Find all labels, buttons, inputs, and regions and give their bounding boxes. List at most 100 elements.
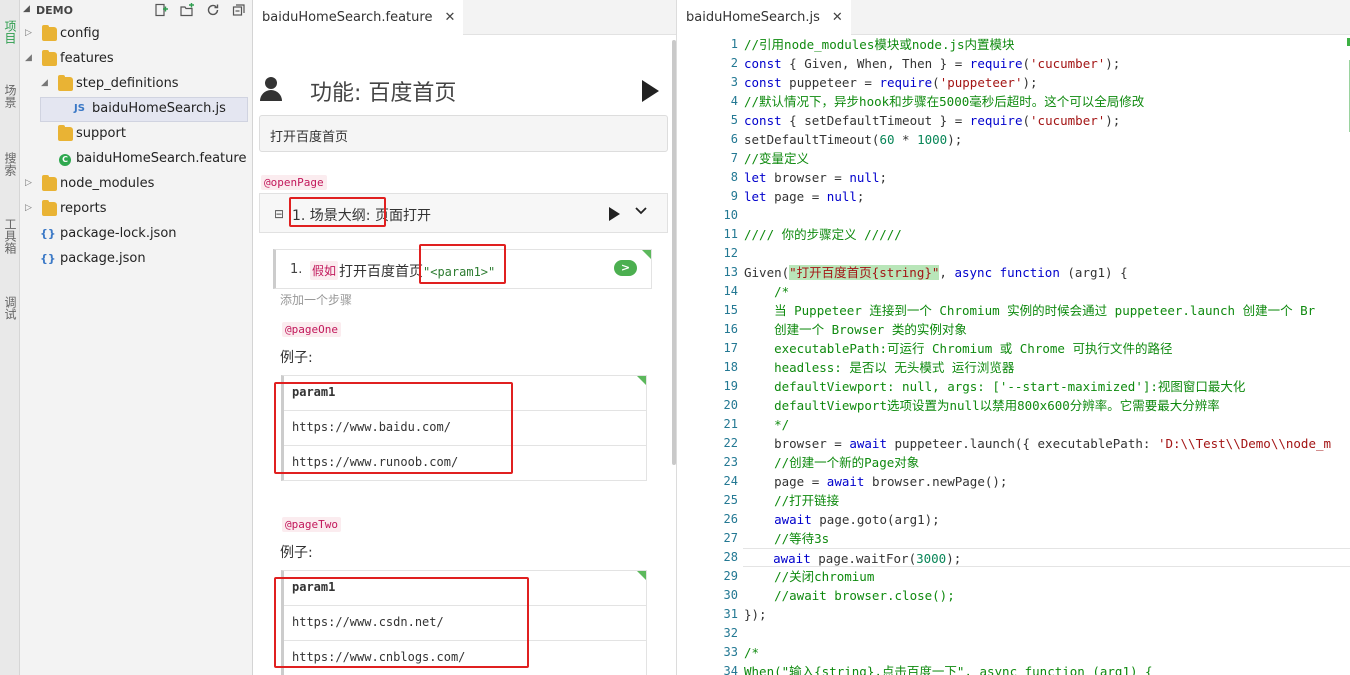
status-corner xyxy=(637,376,646,385)
line-number: 26 xyxy=(723,512,738,526)
line-number: 13 xyxy=(723,265,738,279)
rail-item-project[interactable]: 项目 xyxy=(0,20,20,44)
json-file-icon: {} xyxy=(40,227,56,240)
examples-table[interactable]: param1 https://www.csdn.net/ https://www… xyxy=(281,570,647,675)
close-icon[interactable]: ✕ xyxy=(832,10,843,25)
code-line[interactable]: const { Given, When, Then } = require('c… xyxy=(744,54,1120,73)
table-header[interactable]: param1 xyxy=(284,571,646,605)
tree-item-package-lock-json[interactable]: {} package-lock.json xyxy=(20,222,252,247)
tree-item-package-json[interactable]: {} package.json xyxy=(20,247,252,272)
run-feature-play-icon[interactable] xyxy=(642,80,659,102)
line-number: 12 xyxy=(723,246,738,260)
code-line[interactable]: //创建一个新的Page对象 xyxy=(744,453,919,472)
chevron-down-icon[interactable]: ◢ xyxy=(25,53,32,63)
tree-item-baidu-home-search-js[interactable]: JS baiduHomeSearch.js xyxy=(40,97,248,122)
tree-item-baidu-home-search-feature[interactable]: C baiduHomeSearch.feature xyxy=(20,147,252,172)
tree-item-step-definitions[interactable]: ◢ step_definitions xyxy=(20,72,252,97)
refresh-icon[interactable] xyxy=(205,3,220,18)
code-line[interactable]: */ xyxy=(744,415,789,434)
outline-toggle-icon[interactable]: ⊟ xyxy=(274,207,284,221)
tree-item-reports[interactable]: ▷ reports xyxy=(20,197,252,222)
code-line[interactable]: let browser = null; xyxy=(744,168,887,187)
chevron-down-icon[interactable]: ◢ xyxy=(41,78,48,88)
rail-item-search[interactable]: 搜索 xyxy=(0,152,20,176)
code-line[interactable]: Given("打开百度首页{string}", async function (… xyxy=(744,263,1128,282)
rail-item-scenes[interactable]: 场景 xyxy=(0,84,20,108)
close-icon[interactable]: ✕ xyxy=(444,10,455,25)
examples-tag[interactable]: @pageTwo xyxy=(282,517,341,532)
code-line[interactable]: //关闭chromium xyxy=(744,567,874,586)
line-number: 8 xyxy=(730,170,738,184)
code-line[interactable]: setDefaultTimeout(60 * 1000); xyxy=(744,130,962,149)
table-row[interactable]: https://www.runoob.com/ xyxy=(284,445,646,480)
code-line[interactable]: 当 Puppeteer 连接到一个 Chromium 实例的时候会通过 pupp… xyxy=(744,301,1315,320)
examples-tag[interactable]: @pageOne xyxy=(282,322,341,337)
table-row[interactable]: https://www.cnblogs.com/ xyxy=(284,640,646,675)
step-row[interactable]: 1. 假如 打开百度首页"<param1>" > xyxy=(273,249,652,289)
scenario-header[interactable]: ⊟ 1. 场景大纲: 页面打开 xyxy=(259,193,668,233)
tree-item-node-modules[interactable]: ▷ node_modules xyxy=(20,172,252,197)
code-line[interactable]: //变量定义 xyxy=(744,149,809,168)
code-line[interactable]: //打开链接 xyxy=(744,491,839,510)
code-line[interactable]: /* xyxy=(744,282,789,301)
tab-baidu-home-search-js[interactable]: baiduHomeSearch.js ✕ xyxy=(678,0,851,35)
new-folder-icon[interactable] xyxy=(179,2,194,18)
code-line[interactable]: //默认情况下，异步hook和步骤在5000毫秒后超时。这个可以全局修改 xyxy=(744,92,1144,111)
scenario-label[interactable]: 1. 场景大纲: 页面打开 xyxy=(292,205,431,225)
examples-table[interactable]: param1 https://www.baidu.com/ https://ww… xyxy=(281,375,647,481)
code-line[interactable]: //引用node_modules模块或node.js内置模块 xyxy=(744,35,1015,54)
table-row[interactable]: https://www.baidu.com/ xyxy=(284,410,646,445)
code-line[interactable]: /* xyxy=(744,643,759,662)
code-line[interactable]: await page.goto(arg1); xyxy=(744,510,940,529)
chevron-down-icon[interactable] xyxy=(634,203,648,221)
examples-label: 例子: xyxy=(280,350,313,366)
code-line[interactable]: defaultViewport选项设置为null以禁用800x600分辨率。它需… xyxy=(744,396,1220,415)
rail-item-debug[interactable]: 调试 xyxy=(0,296,20,320)
code-line[interactable]: When("输入{string},点击百度一下", async function… xyxy=(744,662,1153,675)
table-header[interactable]: param1 xyxy=(284,376,646,410)
chevron-right-icon[interactable]: ▷ xyxy=(25,203,32,213)
line-number: 10 xyxy=(723,208,738,222)
tree-item-config[interactable]: ▷ config xyxy=(20,22,252,47)
code-line[interactable]: let page = null; xyxy=(744,187,864,206)
code-line-current[interactable]: await page.waitFor(3000); xyxy=(743,548,1350,567)
activity-rail: 项目 场景 搜索 工具箱 调试 xyxy=(0,0,20,675)
run-scenario-play-icon[interactable] xyxy=(609,207,620,221)
folder-icon xyxy=(58,125,73,141)
code-line[interactable]: headless: 是否以 无头模式 运行浏览器 xyxy=(744,358,1014,377)
code-line[interactable]: //// 你的步骤定义 ///// xyxy=(744,225,902,244)
chevron-right-icon[interactable]: ▷ xyxy=(25,178,32,188)
code-line[interactable]: 创建一个 Browser 类的实例对象 xyxy=(744,320,967,339)
collapse-caret-icon[interactable]: ◢ xyxy=(23,4,30,14)
line-number: 15 xyxy=(723,303,738,317)
line-number: 16 xyxy=(723,322,738,336)
rail-item-toolbox[interactable]: 工具箱 xyxy=(0,218,20,254)
new-file-icon[interactable] xyxy=(153,3,168,18)
line-number: 27 xyxy=(723,531,738,545)
add-step-link[interactable]: 添加一个步骤 xyxy=(280,291,352,308)
explorer-header: ◢ DEMO xyxy=(20,0,252,22)
tree-item-features[interactable]: ◢ features xyxy=(20,47,252,72)
code-line[interactable]: page = await browser.newPage(); xyxy=(744,472,1007,491)
code-line[interactable]: browser = await puppeteer.launch({ execu… xyxy=(744,434,1331,453)
table-row[interactable]: https://www.csdn.net/ xyxy=(284,605,646,640)
chevron-right-icon[interactable]: ▷ xyxy=(25,28,32,38)
collapse-all-icon[interactable] xyxy=(231,3,246,18)
scenario-tag[interactable]: @openPage xyxy=(261,175,327,190)
feature-description[interactable]: 打开百度首页 xyxy=(259,115,668,152)
feature-title[interactable]: 功能: 百度首页 xyxy=(310,75,456,107)
feature-scrollbar[interactable] xyxy=(672,40,676,465)
code-line[interactable]: }); xyxy=(744,605,767,624)
code-line[interactable]: executablePath:可运行 Chromium 或 Chrome 可执行… xyxy=(744,339,1172,358)
code-line[interactable]: //等待3s xyxy=(744,529,829,548)
code-line[interactable]: const puppeteer = require('puppeteer'); xyxy=(744,73,1038,92)
run-step-button[interactable]: > xyxy=(614,260,637,276)
code-line[interactable]: defaultViewport: null, args: ['--start-m… xyxy=(744,377,1245,396)
step-text[interactable]: 打开百度首页"<param1>" xyxy=(339,261,495,281)
tab-baidu-home-search-feature[interactable]: baiduHomeSearch.feature ✕ xyxy=(254,0,464,35)
tree-item-support[interactable]: support xyxy=(20,122,252,147)
code-line[interactable]: const { setDefaultTimeout } = require('c… xyxy=(744,111,1120,130)
code-line[interactable]: //await browser.close(); xyxy=(744,586,955,605)
folder-icon xyxy=(42,200,57,216)
folder-icon xyxy=(42,175,57,191)
